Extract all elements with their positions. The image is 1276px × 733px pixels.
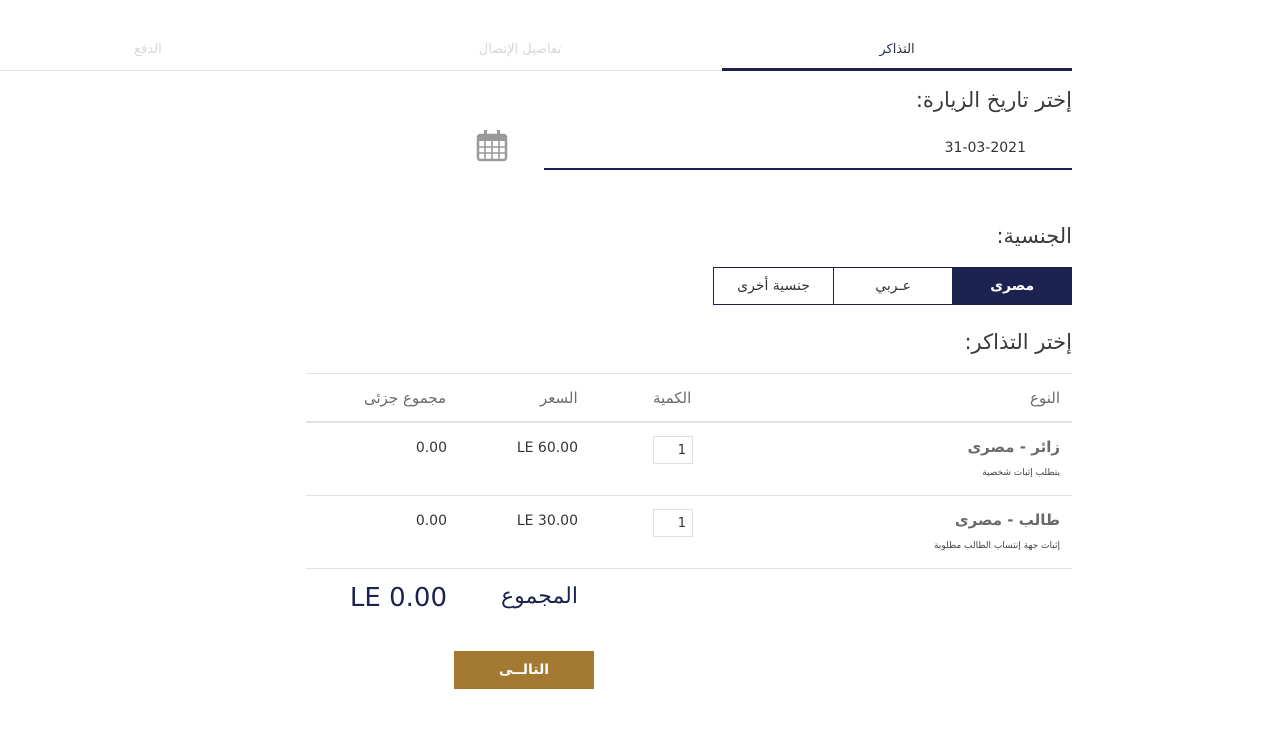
table-row: زائر - مصرى يتطلب إثبات شخصية LE 60.00 0… xyxy=(306,423,1072,496)
tickets-heading: إختر التذاكر: xyxy=(964,330,1072,354)
nationality-heading: الجنسية: xyxy=(996,224,1072,248)
ticket-subtotal: 0.00 xyxy=(415,440,447,456)
quantity-input[interactable] xyxy=(653,509,693,537)
table-row: طالب - مصرى إثبات جهة إنتساب الطالب مطلو… xyxy=(306,496,1072,569)
ticket-price: LE 60.00 xyxy=(516,440,578,456)
nationality-selector: مصرى عـربي جنسية أخرى xyxy=(713,267,1072,305)
nationality-other-button[interactable]: جنسية أخرى xyxy=(713,267,833,305)
total-label: المجموع xyxy=(501,584,578,609)
step-contact-details[interactable]: تفاصيل الإتصال xyxy=(420,42,620,57)
visit-date-heading: إختر تاريخ الزيارة: xyxy=(915,88,1072,112)
nationality-arab-button[interactable]: عـربي xyxy=(832,267,953,305)
nationality-egyptian-button[interactable]: مصرى xyxy=(952,267,1072,305)
column-subtotal: مجموع جزئى xyxy=(364,389,447,407)
ticket-name: طالب - مصرى xyxy=(954,511,1060,529)
step-tickets[interactable]: التذاكر xyxy=(722,42,1072,57)
step-payment[interactable]: الدفع xyxy=(98,42,198,57)
table-header: النوع الكمية السعر مجموع جزئى xyxy=(306,373,1072,423)
calendar-icon[interactable] xyxy=(476,129,508,162)
ticket-note: يتطلب إثبات شخصية xyxy=(982,468,1060,478)
column-price: السعر xyxy=(540,389,578,407)
ticket-subtotal: 0.00 xyxy=(415,513,447,529)
ticket-price: LE 30.00 xyxy=(516,513,578,529)
active-step-indicator xyxy=(722,68,1072,71)
column-quantity: الكمية xyxy=(653,389,692,407)
ticket-note: إثبات جهة إنتساب الطالب مطلوبة xyxy=(934,541,1060,551)
total-value: LE 0.00 xyxy=(349,583,447,613)
ticket-name: زائر - مصرى xyxy=(967,438,1060,456)
tickets-table: النوع الكمية السعر مجموع جزئى زائر - مصر… xyxy=(306,373,1072,569)
quantity-input[interactable] xyxy=(653,436,693,464)
visit-date-input[interactable] xyxy=(544,128,1072,170)
next-button[interactable]: التالــى xyxy=(454,651,594,689)
column-type: النوع xyxy=(1030,389,1060,407)
